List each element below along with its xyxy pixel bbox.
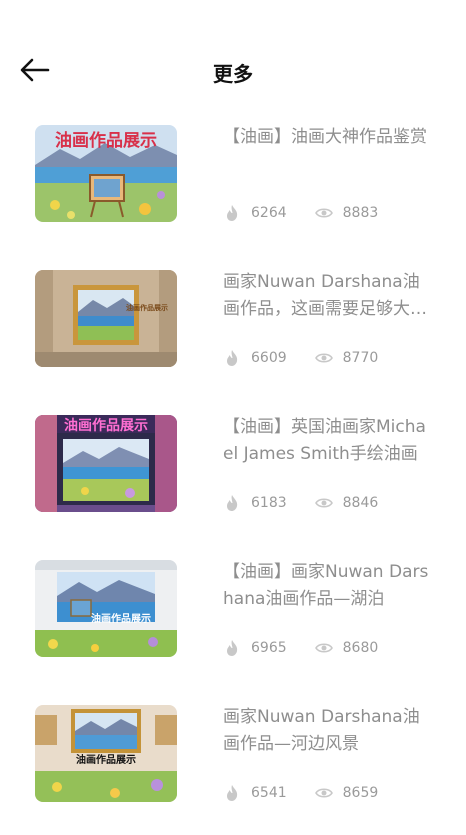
list-item[interactable]: 油画作品展示 【油画】英国油画家Michael James Smith手绘油画 … bbox=[0, 400, 466, 545]
eye-icon bbox=[314, 788, 333, 798]
likes-count: 6609 bbox=[251, 350, 287, 366]
article-list: 油画作品展示 【油画】油画大神作品鉴赏 6264 8883 油画作品展示 画家N… bbox=[0, 110, 466, 835]
item-title: 【油画】油画大神作品鉴赏 bbox=[223, 127, 427, 147]
views-count: 8659 bbox=[342, 785, 379, 801]
views-count: 8770 bbox=[342, 350, 379, 366]
thumbnail-image: 油画作品展示 bbox=[35, 125, 177, 222]
eye-icon bbox=[314, 353, 333, 363]
thumbnail-caption: 油画作品展示 bbox=[64, 417, 148, 434]
flame-icon bbox=[227, 640, 238, 656]
item-stats: 6609 8770 bbox=[223, 347, 378, 369]
likes-count: 6541 bbox=[251, 785, 287, 801]
thumbnail-image: 油画作品展示 bbox=[35, 705, 177, 802]
header-bar: 更多 bbox=[0, 0, 466, 110]
eye-icon bbox=[314, 643, 333, 653]
item-stats: 6965 8680 bbox=[223, 637, 378, 659]
item-title: 【油画】画家Nuwan Darshana油画作品—湖泊 bbox=[223, 562, 429, 609]
thumbnail-caption: 油画作品展示 bbox=[76, 753, 136, 766]
list-item[interactable]: 油画作品展示 【油画】画家Nuwan Darshana油画作品—湖泊 6965 … bbox=[0, 545, 466, 690]
views-count: 8846 bbox=[342, 495, 379, 511]
likes-count: 6264 bbox=[251, 205, 287, 221]
eye-icon bbox=[314, 208, 333, 218]
item-title: 画家Nuwan Darshana油画作品，这画需要足够大的空间 bbox=[223, 272, 427, 319]
item-stats: 6541 8659 bbox=[223, 782, 378, 804]
views-count: 8883 bbox=[342, 205, 379, 221]
thumbnail-image: 油画作品展示 bbox=[35, 560, 177, 657]
thumbnail-image: 油画作品展示 bbox=[35, 270, 177, 367]
item-title: 【油画】英国油画家Michael James Smith手绘油画 bbox=[223, 417, 426, 464]
list-item[interactable]: 油画作品展示 【油画】油画大神作品鉴赏 6264 8883 bbox=[0, 110, 466, 255]
flame-icon bbox=[227, 350, 238, 366]
likes-count: 6183 bbox=[251, 495, 287, 511]
likes-count: 6965 bbox=[251, 640, 287, 656]
thumbnail-caption: 油画作品展示 bbox=[55, 130, 157, 151]
views-count: 8680 bbox=[342, 640, 379, 656]
item-stats: 6264 8883 bbox=[223, 202, 378, 224]
flame-icon bbox=[227, 205, 238, 221]
flame-icon bbox=[227, 785, 238, 801]
page-title: 更多 bbox=[213, 62, 253, 86]
thumbnail-caption: 油画作品展示 bbox=[126, 303, 168, 312]
thumbnail-image: 油画作品展示 bbox=[35, 415, 177, 512]
list-item[interactable]: 油画作品展示 画家Nuwan Darshana油画作品—河边风景 6541 86… bbox=[0, 690, 466, 835]
eye-icon bbox=[314, 498, 333, 508]
item-stats: 6183 8846 bbox=[223, 492, 378, 514]
item-title: 画家Nuwan Darshana油画作品—河边风景 bbox=[223, 707, 420, 754]
flame-icon bbox=[227, 495, 238, 511]
thumbnail-caption: 油画作品展示 bbox=[91, 612, 151, 625]
list-item[interactable]: 油画作品展示 画家Nuwan Darshana油画作品，这画需要足够大的空间 6… bbox=[0, 255, 466, 400]
